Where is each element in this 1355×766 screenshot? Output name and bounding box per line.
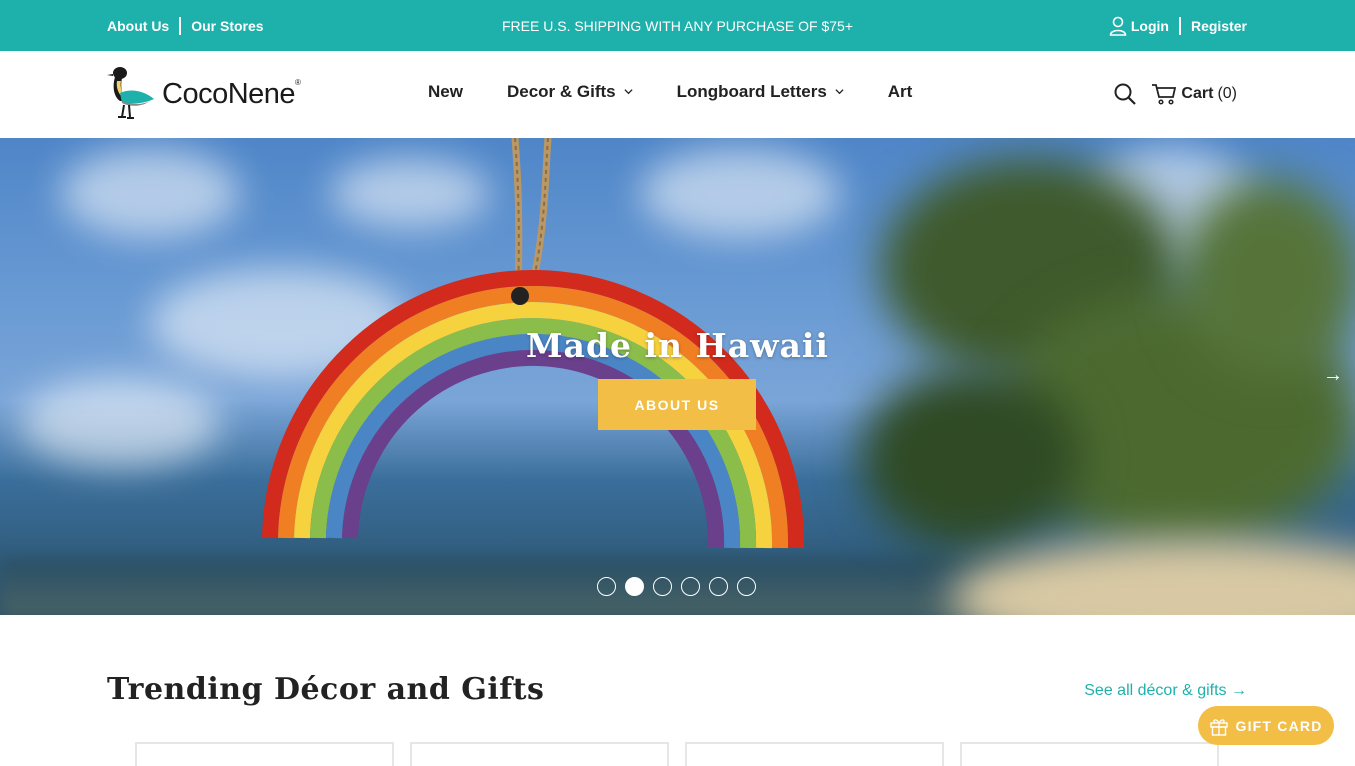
our-stores-link[interactable]: Our Stores (191, 18, 263, 34)
product-card[interactable] (410, 742, 669, 766)
slide-dots (597, 577, 765, 596)
slide-dot-5[interactable] (709, 577, 728, 596)
main-header: CocoNene® New Decor & Gifts Longboard Le… (0, 51, 1355, 138)
cart-button[interactable]: Cart (0) (1151, 83, 1237, 105)
register-link[interactable]: Register (1191, 18, 1247, 34)
login-link[interactable]: Login (1131, 18, 1169, 34)
logo-bird-icon (107, 67, 154, 119)
logo[interactable]: CocoNene® (106, 65, 301, 123)
nav-item-decor-gifts[interactable]: Decor & Gifts (507, 82, 633, 102)
account-links: Login Register (1109, 0, 1247, 51)
search-icon[interactable] (1113, 82, 1137, 106)
main-nav: New Decor & Gifts Longboard Letters Art (428, 51, 956, 132)
header-actions: Cart (0) (1113, 51, 1237, 137)
see-all-decor-gifts-link[interactable]: See all décor & gifts → (1084, 682, 1247, 700)
top-bar-left-links: About Us Our Stores (107, 0, 264, 51)
cart-icon (1152, 84, 1177, 105)
about-us-button[interactable]: ABOUT US (598, 379, 756, 430)
divider (179, 16, 182, 35)
chevron-down-icon (835, 89, 844, 95)
slide-dot-6[interactable] (737, 577, 756, 596)
product-card[interactable] (135, 742, 394, 766)
slide-dot-2[interactable] (625, 577, 644, 596)
gift-card-label: GIFT CARD (1235, 717, 1323, 734)
divider (1178, 16, 1181, 35)
gift-icon (1210, 718, 1229, 736)
product-card[interactable] (685, 742, 944, 766)
nav-item-art[interactable]: Art (888, 82, 913, 102)
product-card[interactable] (960, 742, 1219, 766)
product-grid (135, 742, 1235, 766)
trending-section-title: Trending Décor and Gifts (107, 672, 545, 707)
slide-dot-1[interactable] (597, 577, 616, 596)
arrow-right-icon[interactable]: → (1323, 364, 1343, 387)
cart-label: Cart (1181, 85, 1214, 102)
logo-text: CocoNene® (162, 77, 301, 110)
chevron-down-icon (624, 89, 633, 95)
rainbow-ornament-image (262, 138, 805, 549)
cart-count: (0) (1217, 85, 1237, 102)
top-bar: About Us Our Stores FREE U.S. SHIPPING W… (0, 0, 1355, 51)
slide-dot-4[interactable] (681, 577, 700, 596)
hero-title: Made in Hawaii (526, 326, 829, 365)
nav-item-longboard-letters[interactable]: Longboard Letters (677, 82, 844, 102)
hero-slideshow: Made in Hawaii ABOUT US → (0, 138, 1355, 615)
promo-text: FREE U.S. SHIPPING WITH ANY PURCHASE OF … (502, 17, 853, 34)
gift-card-button[interactable]: GIFT CARD (1198, 706, 1334, 745)
about-us-link[interactable]: About Us (107, 18, 169, 34)
nav-item-new[interactable]: New (428, 82, 463, 102)
slide-dot-3[interactable] (653, 577, 672, 596)
user-icon[interactable] (1109, 16, 1127, 36)
